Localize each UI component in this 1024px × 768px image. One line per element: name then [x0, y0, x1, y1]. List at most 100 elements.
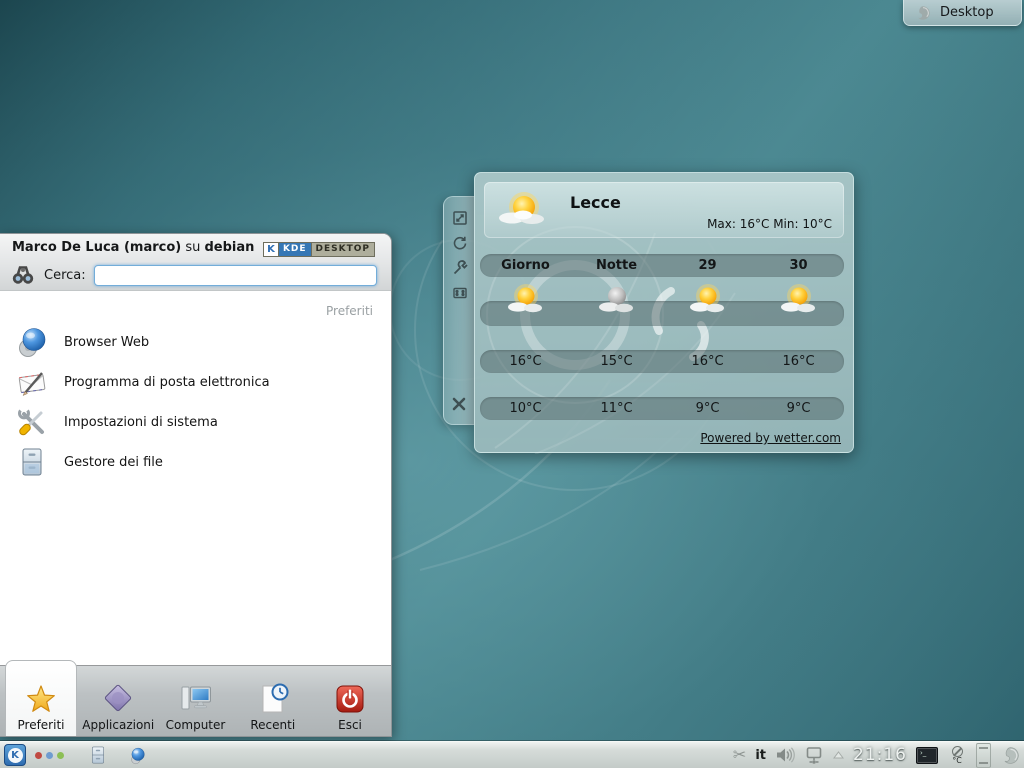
notes-strip-widget[interactable] [976, 743, 991, 768]
user-su: su [181, 240, 204, 255]
keyboard-layout-indicator[interactable]: it [755, 748, 766, 763]
sun-clouds-icon [494, 187, 552, 235]
moon-clouds-icon [595, 281, 639, 321]
high-temp: 15°C [600, 354, 632, 369]
scissors-klipper-icon[interactable]: ✂ [733, 747, 746, 763]
tab-label: Esci [338, 718, 362, 732]
weather-columns-row: Giorno Notte 29 30 [480, 254, 844, 277]
activity-pager[interactable] [35, 752, 64, 759]
pager-dot-green[interactable] [57, 752, 64, 759]
applications-diamond-icon [100, 682, 136, 716]
panel-right-group: ✂ it 21:16 ›_ °C [733, 743, 1024, 768]
column-label: Giorno [501, 258, 550, 273]
kickoff-menu: Marco De Luca (marco) su debian K KDE DE… [0, 233, 392, 737]
weather-widget: Lecce Max: 16°C Min: 10°C Giorno Notte 2… [474, 172, 854, 453]
kickoff-favorites: Preferiti Browser Web [0, 292, 391, 665]
configure-wrench-icon[interactable] [452, 260, 468, 276]
low-temp: 9°C [787, 401, 811, 416]
tab-preferiti[interactable]: Preferiti [5, 660, 77, 736]
favorite-item-mail[interactable]: Programma di posta elettronica [0, 362, 391, 402]
volume-icon[interactable] [775, 746, 795, 764]
web-browser-globe-icon[interactable] [128, 746, 147, 765]
tab-label: Applicazioni [82, 718, 154, 732]
favorite-label: Browser Web [64, 335, 149, 350]
celsius-label: °C [952, 757, 962, 765]
binoculars-search-icon [10, 263, 36, 287]
weather-celsius-tray-icon[interactable]: °C [947, 746, 967, 765]
toolbox-label: Desktop [940, 5, 994, 20]
section-label: Preferiti [0, 292, 391, 322]
web-browser-globe-icon [16, 326, 48, 358]
user-identity: Marco De Luca (marco) su debian [12, 240, 254, 255]
high-temp: 16°C [509, 354, 541, 369]
high-temp: 16°C [691, 354, 723, 369]
file-manager-cabinet-icon [16, 446, 48, 478]
badge-kde-label: KDE [279, 243, 311, 256]
sun-clouds-icon [777, 281, 821, 321]
close-widget-icon[interactable] [451, 396, 467, 412]
kickoff-header: Marco De Luca (marco) su debian K KDE DE… [0, 234, 391, 291]
mail-envelope-icon [16, 366, 48, 398]
sun-clouds-icon [504, 281, 548, 321]
desktop-toolbox-button[interactable]: Desktop [903, 0, 1022, 26]
panel-clock[interactable]: 21:16 [853, 745, 907, 765]
favorite-item-settings[interactable]: Impostazioni di sistema [0, 402, 391, 442]
kde-desktop-badge: K KDE DESKTOP [263, 242, 375, 257]
screen-size-icon[interactable] [452, 285, 468, 301]
bottom-panel: K ✂ it [0, 741, 1024, 768]
no-data-circle-icon [952, 746, 963, 757]
panel-left-group: K [0, 744, 147, 766]
low-temp: 11°C [600, 401, 632, 416]
favorite-label: Programma di posta elettronica [64, 375, 270, 390]
pager-dot-red[interactable] [35, 752, 42, 759]
terminal-icon[interactable]: ›_ [916, 747, 938, 764]
kickoff-tab-bar: Preferiti Applicazioni Computer [0, 665, 391, 736]
pager-dot-blue[interactable] [46, 752, 53, 759]
search-input[interactable] [94, 265, 377, 286]
power-leave-icon [332, 682, 368, 716]
expand-tray-arrow-icon[interactable] [833, 751, 844, 759]
search-label: Cerca: [44, 268, 86, 283]
tab-label: Recenti [250, 718, 295, 732]
sun-clouds-icon [686, 281, 730, 321]
tab-computer[interactable]: Computer [160, 666, 232, 736]
column-label: Notte [596, 258, 637, 273]
weather-lows-row: 10°C 11°C 9°C 9°C [480, 397, 844, 420]
weather-city: Lecce [570, 193, 621, 212]
panel-cashew-icon[interactable] [1000, 745, 1021, 766]
recent-document-clock-icon [255, 682, 291, 716]
badge-desktop-label: DESKTOP [311, 243, 374, 256]
favorite-label: Impostazioni di sistema [64, 415, 218, 430]
column-label: 29 [698, 258, 716, 273]
desktop-root: Desktop [0, 0, 1024, 768]
weather-minmax: Max: 16°C Min: 10°C [707, 217, 832, 231]
kde-logo-icon: K [264, 243, 279, 256]
low-temp: 10°C [509, 401, 541, 416]
search-row: Cerca: [10, 262, 377, 288]
cashew-icon [914, 4, 932, 22]
tab-applicazioni[interactable]: Applicazioni [82, 666, 154, 736]
tab-label: Computer [166, 718, 226, 732]
file-manager-cabinet-icon[interactable] [88, 745, 108, 765]
resize-icon[interactable] [452, 210, 468, 226]
favorite-item-browser[interactable]: Browser Web [0, 322, 391, 362]
network-monitor-icon[interactable] [804, 746, 824, 765]
tab-label: Preferiti [18, 718, 65, 732]
star-icon [23, 682, 59, 716]
rotate-icon[interactable] [452, 235, 468, 251]
high-temp: 16°C [782, 354, 814, 369]
system-settings-tools-icon [16, 406, 48, 438]
tab-recenti[interactable]: Recenti [237, 666, 309, 736]
kde-k-icon: K [8, 748, 23, 763]
wetter-credit-link[interactable]: Powered by wetter.com [700, 431, 841, 445]
favorite-label: Gestore dei file [64, 455, 163, 470]
weather-icons-row [480, 278, 844, 324]
host-name: debian [205, 240, 255, 255]
tab-esci[interactable]: Esci [314, 666, 386, 736]
widget-handle[interactable] [443, 196, 475, 425]
user-name: Marco De Luca (marco) [12, 240, 181, 255]
kmenu-launcher-button[interactable]: K [4, 744, 26, 766]
weather-highs-row: 16°C 15°C 16°C 16°C [480, 350, 844, 373]
favorite-item-filemanager[interactable]: Gestore dei file [0, 442, 391, 482]
column-label: 30 [789, 258, 807, 273]
